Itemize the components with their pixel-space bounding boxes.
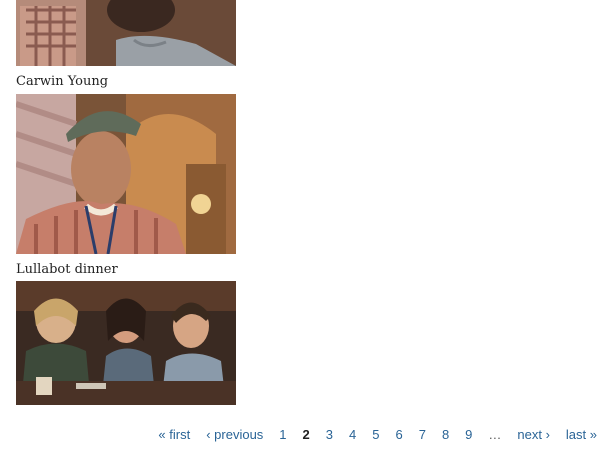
pager-last-link[interactable]: last » (566, 427, 597, 442)
caption-lullabot-dinner: Lullabot dinner (16, 262, 118, 277)
photo-2-image (16, 94, 236, 254)
group-dinner-photo[interactable] (16, 281, 236, 405)
pager-current-page: 2 (302, 426, 310, 442)
pager-first-link[interactable]: « first (158, 427, 190, 442)
pager-page-7[interactable]: 7 (419, 427, 426, 442)
pager-page-9[interactable]: 9 (465, 427, 472, 442)
pager-previous-link[interactable]: ‹ previous (206, 427, 263, 442)
photo-3-image (16, 281, 236, 405)
pager-page-8[interactable]: 8 (442, 427, 449, 442)
pager-page-4[interactable]: 4 (349, 427, 356, 442)
caption-carwin-young: Carwin Young (16, 74, 109, 89)
photo-1-image (16, 0, 236, 66)
person-in-plaid-shirt-photo[interactable] (16, 0, 236, 66)
gallery-page: Carwin Young Lullabot dinner « first ‹ p… (0, 0, 613, 457)
pagination: « first ‹ previous 1 2 3 4 5 6 7 8 9 … n… (158, 424, 597, 444)
pager-ellipsis: … (488, 426, 502, 442)
pager-page-6[interactable]: 6 (395, 427, 402, 442)
pager-page-3[interactable]: 3 (326, 427, 333, 442)
pager-page-5[interactable]: 5 (372, 427, 379, 442)
pager-next-link[interactable]: next › (517, 427, 550, 442)
pager-page-1[interactable]: 1 (279, 427, 286, 442)
man-in-cap-photo[interactable] (16, 94, 236, 254)
